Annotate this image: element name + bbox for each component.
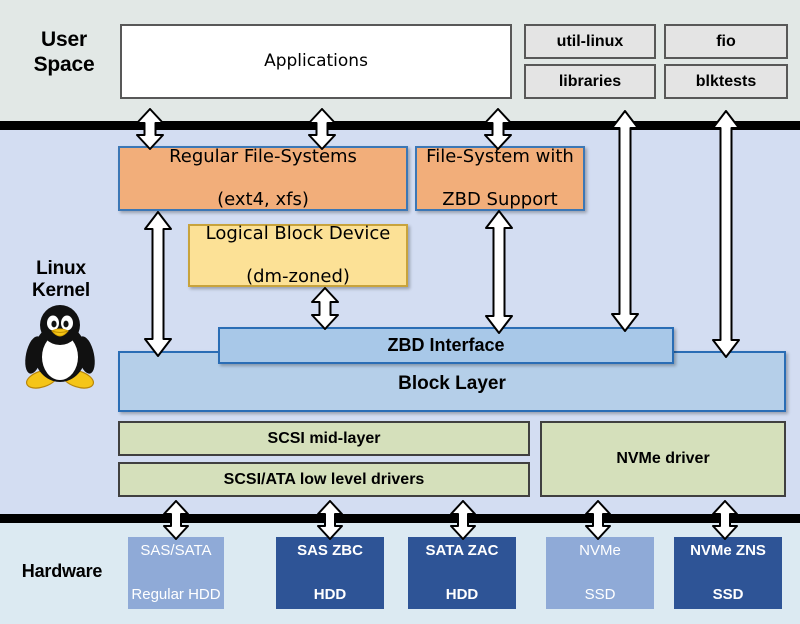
hardware-device-label: NVMe ZNS SSD <box>690 542 766 603</box>
nvme-driver-box[interactable]: NVMe driver <box>540 421 786 497</box>
hardware-device-label: SAS ZBC HDD <box>297 542 363 603</box>
arrow-drivers-to-sas-zbc-hdd <box>315 500 345 540</box>
arrow-applications-to-regular-fs-left <box>134 108 166 150</box>
kernel-hardware-divider <box>0 514 800 523</box>
hardware-device-label: SAS/SATA Regular HDD <box>131 542 221 603</box>
blktests-label: blktests <box>695 72 757 90</box>
hardware-device-label: SATA ZAC HDD <box>425 542 499 603</box>
user-space-label-line2: Space <box>33 52 95 76</box>
zbd-interface-box[interactable]: ZBD Interface <box>218 327 674 364</box>
util-linux-box[interactable]: util-linux <box>524 24 656 59</box>
user-space-label: User Space <box>14 28 114 78</box>
block-layer-label: Block Layer <box>398 373 506 395</box>
arrow-applications-to-regular-fs-right <box>306 108 338 150</box>
regular-file-systems-label: Regular File-Systems (ext4, xfs) <box>169 146 357 211</box>
scsi-mid-layer-label: SCSI mid-layer <box>267 429 381 447</box>
arrow-userspace-tools-to-block-layer <box>710 110 742 358</box>
logical-block-device-label: Logical Block Device (dm-zoned) <box>205 223 391 288</box>
kernel-label-line2: Kernel <box>32 280 90 302</box>
util-linux-label: util-linux <box>556 32 624 50</box>
logical-block-device-box[interactable]: Logical Block Device (dm-zoned) <box>188 223 408 288</box>
arrow-nvme-driver-to-nvme-zns-ssd <box>710 500 740 540</box>
zbd-file-system-box[interactable]: File-System with ZBD Support <box>415 146 585 211</box>
arrow-regular-fs-to-block-layer <box>142 211 174 357</box>
regular-file-systems-box[interactable]: Regular File-Systems (ext4, xfs) <box>118 146 408 211</box>
zbd-interface-label: ZBD Interface <box>387 334 505 355</box>
hardware-device-label: NVMe SSD <box>579 542 621 603</box>
kernel-label: Linux Kernel <box>8 258 114 303</box>
libraries-box[interactable]: libraries <box>524 64 656 99</box>
hardware-device-sata-zac-hdd[interactable]: SATA ZAC HDD <box>408 537 516 609</box>
scsi-low-level-drivers-box[interactable]: SCSI/ATA low level drivers <box>118 462 530 497</box>
arrow-drivers-to-sata-zac-hdd <box>448 500 478 540</box>
applications-box[interactable]: Applications <box>120 24 512 99</box>
arrow-applications-to-zbd-fs <box>482 108 514 150</box>
scsi-low-level-drivers-label: SCSI/ATA low level drivers <box>223 470 425 488</box>
fio-box[interactable]: fio <box>664 24 788 59</box>
applications-label: Applications <box>264 51 368 72</box>
scsi-mid-layer-box[interactable]: SCSI mid-layer <box>118 421 530 456</box>
zbd-file-system-label: File-System with ZBD Support <box>426 146 574 211</box>
nvme-driver-label: NVMe driver <box>616 450 710 468</box>
hardware-device-nvme-ssd[interactable]: NVMe SSD <box>546 537 654 609</box>
hardware-device-sas-zbc-hdd[interactable]: SAS ZBC HDD <box>276 537 384 609</box>
blktests-box[interactable]: blktests <box>664 64 788 99</box>
user-space-label-line1: User <box>41 28 87 51</box>
arrow-nvme-driver-to-nvme-ssd <box>583 500 613 540</box>
fio-label: fio <box>716 32 736 50</box>
arrow-drivers-to-sas-sata-hdd <box>161 500 191 540</box>
arrow-dm-zoned-to-zbd-interface <box>309 287 341 330</box>
hardware-device-sas-sata-regular-hdd[interactable]: SAS/SATA Regular HDD <box>128 537 224 609</box>
hardware-label: Hardware <box>21 561 103 581</box>
arrow-zbd-fs-to-zbd-interface <box>483 210 515 334</box>
linux-zoned-storage-stack-diagram: User Space Linux Kernel Hardware Applica… <box>0 0 800 624</box>
user-kernel-divider <box>0 121 800 130</box>
arrow-userspace-tools-to-zbd-interface <box>609 110 641 332</box>
tux-penguin-icon <box>22 303 98 389</box>
hardware-device-nvme-zns-ssd[interactable]: NVMe ZNS SSD <box>674 537 782 609</box>
kernel-label-line1: Linux <box>36 258 86 279</box>
libraries-label: libraries <box>558 72 622 90</box>
